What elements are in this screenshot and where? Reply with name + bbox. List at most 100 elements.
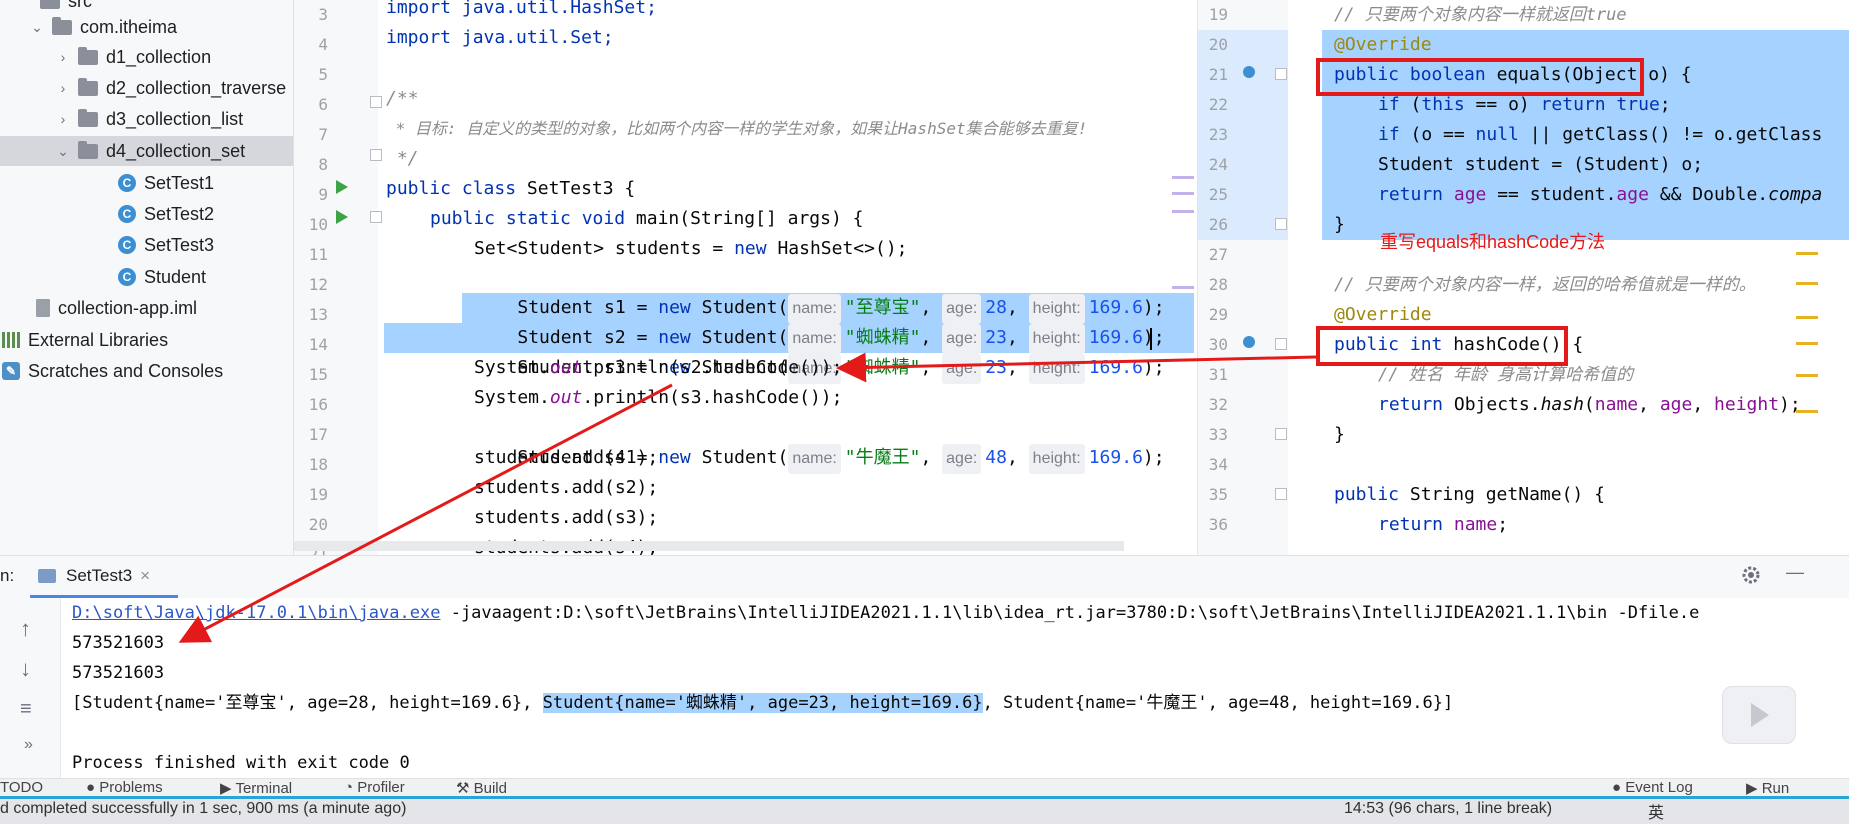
close-icon[interactable]: × (140, 566, 150, 586)
fold-icon[interactable] (1275, 428, 1287, 440)
code-string: "蜘蛛精" (844, 357, 921, 378)
play-icon (1751, 703, 1769, 727)
warning-stripe-mark (1796, 282, 1818, 285)
run-gutter-icon[interactable] (336, 180, 348, 194)
tree-item-external-libraries[interactable]: External Libraries (0, 325, 293, 355)
code-line-s4: Student s4 = new Student(name: "牛魔王", age… (474, 413, 1165, 474)
status-message[interactable]: d completed successfully in 1 sec, 900 m… (0, 800, 406, 818)
code-line: import java.util.HashSet; (386, 0, 657, 23)
code-keyword: return true (1540, 94, 1660, 115)
tool-button-todo[interactable]: TODO (0, 779, 43, 796)
soft-wrap-icon[interactable]: ≡ (20, 698, 32, 721)
line-number: 18 (308, 455, 328, 474)
code-text: , (1006, 447, 1029, 468)
console-text: [Student{name='至尊宝', age=28, height=169.… (72, 693, 543, 713)
chevron-right-icon[interactable]: › (56, 80, 70, 96)
console-link[interactable]: D:\soft\Java\jdk-17.0.1\bin\java.exe (72, 603, 440, 623)
fold-icon[interactable] (370, 149, 382, 161)
minimize-icon[interactable]: — (1786, 562, 1804, 583)
tree-item-d1-collection[interactable]: › d1_collection (0, 42, 293, 72)
horizontal-scrollbar[interactable] (294, 541, 1124, 551)
tree-item-d3-collection-list[interactable]: › d3_collection_list (0, 104, 293, 134)
tree-item-label: d1_collection (106, 46, 212, 67)
tree-item-com-itheima[interactable]: ⌄ com.itheima (0, 12, 293, 42)
param-hint: name: (788, 444, 841, 474)
fold-icon[interactable] (1275, 68, 1287, 80)
ime-indicator[interactable]: 英 (1648, 799, 1664, 823)
line-number: 23 (1208, 125, 1228, 144)
override-gutter-icon[interactable] (1243, 336, 1255, 348)
fold-icon[interactable] (1275, 488, 1287, 500)
code-line: } (1334, 420, 1345, 450)
tool-button-profiler[interactable]: ◔ Profiler (344, 779, 405, 796)
line-number: 3 (318, 5, 328, 24)
tree-item-iml-file[interactable]: collection-app.iml (0, 293, 293, 323)
tree-item-label: src (68, 0, 92, 11)
code-line: return name; (1378, 510, 1508, 540)
text-caret (1150, 328, 1152, 350)
fold-icon[interactable] (1275, 338, 1287, 350)
fold-icon[interactable] (1275, 218, 1287, 230)
code-text: Student( (701, 447, 789, 468)
console-toolbar: ↑ ↓ ≡ » (0, 598, 61, 778)
tree-item-student[interactable]: C Student (0, 262, 293, 292)
java-class-icon: C (118, 205, 136, 223)
code-number: 169.6 (1088, 357, 1143, 378)
override-gutter-icon[interactable] (1243, 66, 1255, 78)
code-keyword: new (734, 238, 778, 259)
code-line: public String getName() { (1334, 480, 1605, 510)
chevron-right-icon[interactable]: › (56, 49, 70, 65)
run-gutter-icon[interactable] (336, 210, 348, 224)
fold-icon[interactable] (370, 96, 382, 108)
editor-settest3[interactable]: 3 4 5 6 7 8 9 10 11 12 13 14 15 16 17 18… (294, 0, 1194, 555)
line-number: 10 (308, 215, 328, 234)
tool-button-build[interactable]: ⚒ Build (456, 779, 507, 797)
console-output-line: 573521603 (72, 633, 165, 653)
tree-item-scratches[interactable]: ✎ Scratches and Consoles (0, 356, 293, 386)
chevron-down-icon[interactable]: ⌄ (56, 143, 70, 160)
java-class-icon: C (118, 174, 136, 192)
line-number: 35 (1208, 485, 1228, 504)
caret-position[interactable]: 14:53 (96 chars, 1 line break) (1344, 800, 1552, 818)
tree-item-d4-collection-set[interactable]: ⌄ d4_collection_set (0, 136, 293, 166)
code-annotation: @Override (1334, 34, 1432, 55)
code-line: return age == student.age && Double.comp… (1378, 180, 1822, 210)
code-text: , (1006, 357, 1029, 378)
tool-button-terminal[interactable]: ▶ Terminal (220, 779, 292, 797)
code-line: Set<Student> students = new HashSet<>(); (474, 234, 908, 264)
line-number: 24 (1208, 155, 1228, 174)
code-text: == o) (1464, 94, 1541, 115)
tree-item-settest3[interactable]: C SetTest3 (0, 230, 293, 260)
package-icon (78, 140, 98, 159)
gear-icon[interactable] (1740, 564, 1762, 586)
run-tool-window-header: n: SetTest3 × — (0, 555, 1849, 599)
tab-settest3[interactable]: SetTest3 × (30, 556, 178, 598)
chevron-down-icon[interactable]: ⌄ (30, 19, 44, 36)
fold-icon[interactable] (370, 211, 382, 223)
code-line: students.add(s2); (474, 473, 658, 503)
code-line: students.add(s3); (474, 503, 658, 533)
chevron-right-icon[interactable]: › (56, 111, 70, 127)
tool-button-label: Build (473, 780, 507, 797)
run-console[interactable]: ↑ ↓ ≡ » D:\soft\Java\jdk-17.0.1\bin\java… (0, 598, 1849, 778)
arrow-down-icon[interactable]: ↓ (20, 656, 31, 682)
tool-button-run[interactable]: ▶ Run (1746, 779, 1789, 797)
code-text: , (1638, 394, 1660, 415)
tool-button-problems[interactable]: ● Problems (86, 779, 163, 796)
code-text: Student student = (Student) o; (1378, 154, 1704, 175)
arrow-up-icon[interactable]: ↑ (20, 616, 31, 642)
param-hint: height: (1028, 444, 1085, 474)
tree-item-d2-collection-traverse[interactable]: › d2_collection_traverse (0, 73, 293, 103)
tab-label: SetTest3 (66, 565, 133, 585)
tree-item-settest1[interactable]: C SetTest1 (0, 168, 293, 198)
line-number: 17 (308, 425, 328, 444)
code-text: ( (1583, 394, 1595, 415)
more-icon[interactable]: » (24, 736, 33, 754)
play-overlay-button[interactable] (1722, 686, 1796, 744)
tool-button-event-log[interactable]: ● Event Log (1612, 779, 1693, 796)
tree-item-settest2[interactable]: C SetTest2 (0, 199, 293, 229)
editor-student[interactable]: 19 20 21 22 23 24 25 26 27 28 29 30 31 3… (1197, 0, 1849, 555)
tree-item-label: SetTest2 (144, 203, 215, 224)
line-number: 7 (318, 125, 328, 144)
code-comment: * 目标: 自定义的类型的对象，比如两个内容一样的学生对象，如果让HashSet… (386, 119, 1088, 138)
